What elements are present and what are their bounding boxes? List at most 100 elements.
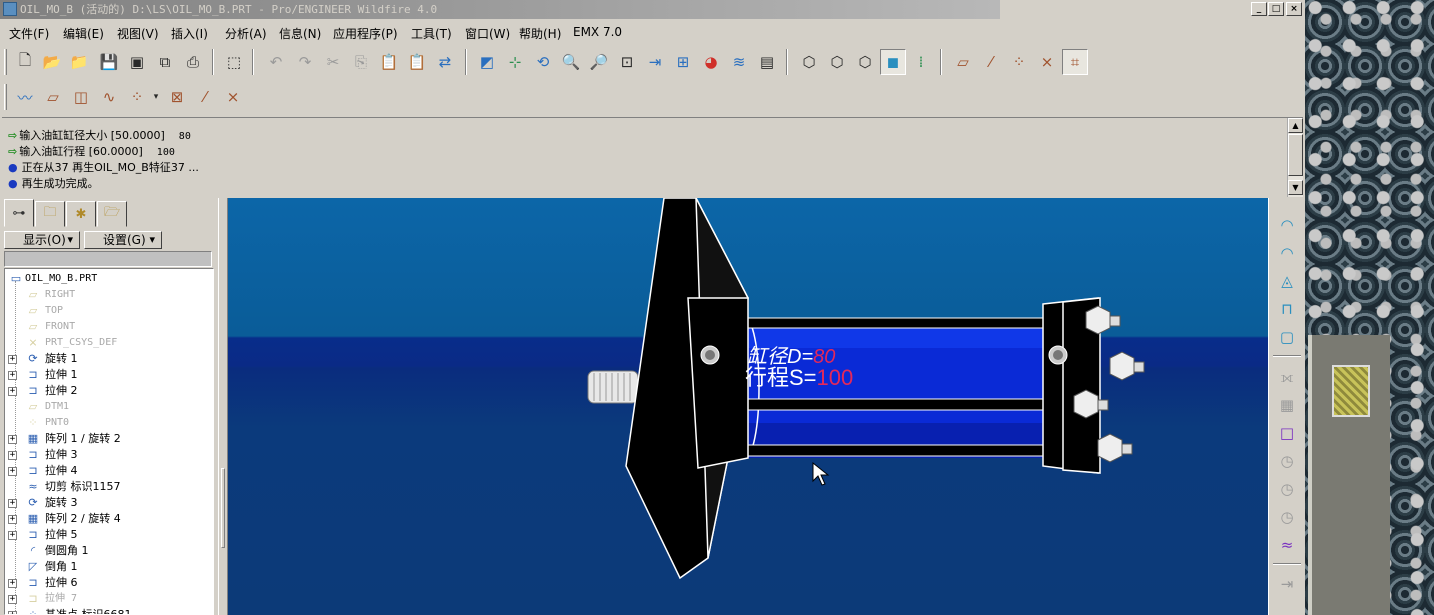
rib-icon[interactable]: ◬	[1274, 268, 1300, 294]
menu-help[interactable]: 帮助(H)	[519, 25, 561, 42]
point-display-icon[interactable]: ⁘	[1006, 49, 1032, 75]
menu-insert[interactable]: 插入(I)	[171, 25, 208, 42]
scroll-up-icon[interactable]: ▲	[1288, 118, 1303, 133]
toolbar-grip[interactable]	[4, 49, 7, 75]
new-file-icon[interactable]: 🗋	[12, 49, 38, 75]
layers-icon[interactable]: ≋	[726, 49, 752, 75]
backup-icon[interactable]: ⧉	[152, 49, 178, 75]
appearance-icon[interactable]: ◕	[698, 49, 724, 75]
scroll-down-icon[interactable]: ▼	[1288, 180, 1303, 195]
expand-icon[interactable]: +	[8, 467, 17, 476]
menu-apps[interactable]: 应用程序(P)	[333, 25, 398, 42]
csys-display-icon[interactable]: ⨯	[1034, 49, 1060, 75]
show-dropdown[interactable]: 显示(O)	[4, 231, 80, 249]
zoom-out-icon[interactable]: 🔎	[586, 49, 612, 75]
wireframe-icon[interactable]: ⬡	[796, 49, 822, 75]
menu-file[interactable]: 文件(F)	[9, 25, 49, 42]
spin-center-icon[interactable]: ⊹	[502, 49, 528, 75]
expand-icon[interactable]: +	[8, 355, 17, 364]
datum-display-icon[interactable]: ⁞	[908, 49, 934, 75]
datum-plane-icon[interactable]: ▱	[40, 84, 66, 110]
expand-icon[interactable]: +	[8, 595, 17, 604]
mirror-icon[interactable]: ⟗	[1274, 364, 1300, 390]
tree-filter-bar[interactable]	[4, 251, 212, 267]
menu-info[interactable]: 信息(N)	[279, 25, 321, 42]
expand-icon[interactable]: +	[8, 435, 17, 444]
saved-views-icon[interactable]: ⊞	[670, 49, 696, 75]
menu-analysis[interactable]: 分析(A)	[225, 25, 267, 42]
splitter-grab[interactable]	[221, 468, 225, 548]
panel-splitter[interactable]	[218, 198, 228, 615]
offset-icon[interactable]: ◷	[1274, 504, 1300, 530]
save-icon[interactable]: 💾	[96, 49, 122, 75]
draft-icon[interactable]: ⊓	[1274, 296, 1300, 322]
zoom-in-icon[interactable]: 🔍	[558, 49, 584, 75]
expand-icon[interactable]: +	[8, 387, 17, 396]
zoom-fit-icon[interactable]: ⊡	[614, 49, 640, 75]
paste-icon[interactable]: 📋	[376, 49, 402, 75]
redo-icon[interactable]: ↷	[292, 49, 318, 75]
datum-point-offset-icon[interactable]: ⊠	[164, 84, 190, 110]
intersect-icon[interactable]: ◷	[1274, 476, 1300, 502]
round-tool-icon[interactable]: ▢	[1274, 324, 1300, 350]
undo-icon[interactable]: ↶	[263, 49, 289, 75]
annotation-display-icon[interactable]: ⌗	[1062, 49, 1088, 75]
datum-curve-icon[interactable]: ∿	[96, 84, 122, 110]
scroll-thumb[interactable]	[1288, 134, 1303, 176]
style-icon[interactable]: ≈	[1274, 532, 1300, 558]
datum-axis-display-icon[interactable]: ⁄	[978, 49, 1004, 75]
datum-plane-display-icon[interactable]: ▱	[950, 49, 976, 75]
reorient-icon[interactable]: ⇥	[642, 49, 668, 75]
datum-plane-offset-icon[interactable]: ◫	[68, 84, 94, 110]
open-recent-icon[interactable]: 📁	[66, 49, 92, 75]
expand-icon[interactable]: +	[8, 515, 17, 524]
prompt-arrow-icon: ⇨	[8, 145, 18, 158]
paste-special-icon[interactable]: 📋	[404, 49, 430, 75]
refit-icon[interactable]: ⟲	[530, 49, 556, 75]
expand-icon[interactable]: +	[8, 611, 17, 614]
datum-axis-icon[interactable]: ⁄	[192, 84, 218, 110]
favorites-tab-icon[interactable]: ✱	[66, 201, 96, 227]
open-folder-icon[interactable]: 📂	[39, 49, 65, 75]
select-filter-icon[interactable]: ⬚	[221, 49, 247, 75]
regenerate-icon[interactable]: ⇄	[432, 49, 458, 75]
trim-icon[interactable]: □	[1274, 420, 1300, 446]
menu-edit[interactable]: 编辑(E)	[63, 25, 104, 42]
expand-icon[interactable]: +	[8, 531, 17, 540]
close-icon[interactable]: ×	[1286, 2, 1302, 16]
menu-tools[interactable]: 工具(T)	[411, 25, 452, 42]
connections-tab-icon[interactable]: 🗁	[97, 201, 127, 227]
minimize-icon[interactable]: _	[1251, 2, 1267, 16]
toolbar-grip[interactable]	[4, 84, 7, 110]
graphics-viewport[interactable]: 缸径D=80 行程S=100	[228, 198, 1268, 615]
sketch-curve-icon[interactable]: 〰	[12, 84, 38, 110]
pattern-tool-icon[interactable]: ▦	[1274, 392, 1300, 418]
message-scrollbar[interactable]: ▲ ▼	[1287, 118, 1303, 197]
settings-dropdown[interactable]: 设置(G)	[84, 231, 162, 249]
hole-icon[interactable]: ◠	[1274, 212, 1300, 238]
view-manager-icon[interactable]: ▤	[754, 49, 780, 75]
menu-window[interactable]: 窗口(W)	[465, 25, 510, 42]
cut-icon[interactable]: ✂	[320, 49, 346, 75]
solidify-icon[interactable]: ⇥	[1274, 571, 1300, 597]
model-tree-tab-icon[interactable]: ⊶	[4, 199, 34, 227]
no-hidden-icon[interactable]: ⬡	[852, 49, 878, 75]
hidden-line-icon[interactable]: ⬡	[824, 49, 850, 75]
merge-icon[interactable]: ◷	[1274, 448, 1300, 474]
maximize-icon[interactable]: □	[1268, 2, 1284, 16]
menu-view[interactable]: 视图(V)	[117, 25, 159, 42]
prompt-arrow-icon: ⇨	[8, 129, 18, 142]
sketcher-icon[interactable]: ◩	[474, 49, 500, 75]
expand-icon[interactable]: +	[8, 451, 17, 460]
copy-icon[interactable]: ⎘	[348, 49, 374, 75]
folder-browser-tab-icon[interactable]: 🗀	[35, 201, 65, 227]
print-icon[interactable]: ⎙	[180, 49, 206, 75]
expand-icon[interactable]: +	[8, 579, 17, 588]
shading-icon[interactable]: ◼	[880, 49, 906, 75]
shell-icon[interactable]: ◠	[1274, 240, 1300, 266]
expand-icon[interactable]: +	[8, 499, 17, 508]
menu-emx[interactable]: EMX 7.0	[573, 25, 622, 39]
expand-icon[interactable]: +	[8, 371, 17, 380]
csys-icon[interactable]: ⨯	[220, 84, 246, 110]
save-copy-icon[interactable]: ▣	[124, 49, 150, 75]
